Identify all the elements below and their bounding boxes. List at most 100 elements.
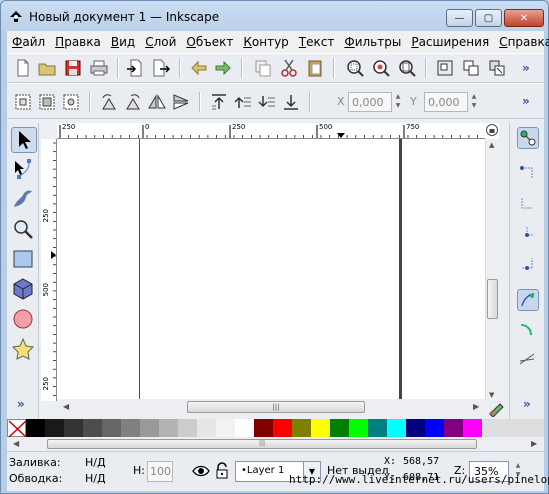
x-spinner[interactable]: ▲ ▼: [393, 92, 403, 112]
color-swatch[interactable]: [330, 419, 349, 437]
scroll-right-arrow[interactable]: ▶: [473, 402, 479, 411]
new-document-icon[interactable]: [13, 58, 33, 78]
tweak-tool[interactable]: [11, 187, 37, 213]
y-spinner[interactable]: ▲ ▼: [469, 92, 479, 112]
save-icon[interactable]: [63, 58, 83, 78]
color-swatch[interactable]: [406, 419, 425, 437]
flip-vertical-icon[interactable]: [171, 92, 191, 112]
duplicate-icon[interactable]: [253, 58, 273, 78]
palette-scroll-left[interactable]: ◀: [13, 439, 19, 448]
horizontal-ruler[interactable]: 250 0 250 500 750: [57, 123, 497, 139]
3dbox-tool[interactable]: [11, 277, 37, 303]
selector-tool[interactable]: [11, 127, 37, 153]
color-swatch[interactable]: [159, 419, 178, 437]
color-swatch[interactable]: [64, 419, 83, 437]
menu-file[interactable]: Файл: [7, 35, 50, 49]
color-swatch[interactable]: [368, 419, 387, 437]
color-swatch[interactable]: [292, 419, 311, 437]
color-swatch[interactable]: [387, 419, 406, 437]
controls-overflow-button[interactable]: »: [522, 94, 530, 108]
color-swatch[interactable]: [26, 419, 45, 437]
star-tool[interactable]: [11, 337, 37, 363]
color-swatch[interactable]: [311, 419, 330, 437]
deselect-icon[interactable]: [61, 92, 81, 112]
horizontal-scroll-thumb[interactable]: |||: [187, 401, 365, 413]
color-swatch[interactable]: [83, 419, 102, 437]
redo-icon[interactable]: [213, 58, 233, 78]
color-swatch[interactable]: [178, 419, 197, 437]
color-swatch[interactable]: [273, 419, 292, 437]
maximize-button[interactable]: ▢: [475, 9, 502, 27]
x-coordinate-field[interactable]: 0,000: [348, 92, 392, 112]
menu-path[interactable]: Контур: [238, 35, 293, 49]
color-swatch[interactable]: [45, 419, 64, 437]
scroll-down-arrow[interactable]: ▼: [489, 391, 494, 399]
snap-intersections-button[interactable]: [517, 349, 539, 371]
fill-value[interactable]: Н/Д: [85, 456, 106, 469]
lower-icon[interactable]: [257, 92, 277, 112]
lower-to-bottom-icon[interactable]: [281, 92, 301, 112]
color-swatch[interactable]: [121, 419, 140, 437]
undo-icon[interactable]: [189, 58, 209, 78]
snap-overflow-button[interactable]: »: [523, 397, 531, 411]
snap-midpoints-button[interactable]: [517, 253, 539, 275]
lock-guides-icon[interactable]: [485, 123, 499, 139]
snap-bbox-edges-button[interactable]: [517, 193, 539, 215]
no-paint-swatch[interactable]: [7, 419, 27, 438]
menu-view[interactable]: Вид: [106, 35, 140, 49]
color-swatch[interactable]: [254, 419, 273, 437]
menu-object[interactable]: Объект: [181, 35, 238, 49]
visibility-eye-icon[interactable]: [192, 461, 210, 481]
rectangle-tool[interactable]: [11, 247, 37, 273]
rotate-cw-icon[interactable]: [123, 92, 143, 112]
color-swatch[interactable]: [349, 419, 368, 437]
palette-scroll-thumb[interactable]: |||: [47, 439, 477, 449]
color-swatch[interactable]: [216, 419, 235, 437]
menu-filters[interactable]: Фильтры: [339, 35, 406, 49]
color-swatch[interactable]: [235, 419, 254, 437]
color-swatch[interactable]: [102, 419, 121, 437]
raise-to-top-icon[interactable]: [209, 92, 229, 112]
color-swatch[interactable]: [140, 419, 159, 437]
clone-icon[interactable]: [487, 58, 507, 78]
vertical-ruler[interactable]: 250 500 250: [41, 139, 57, 401]
minimize-button[interactable]: —: [446, 9, 473, 27]
ungroup-icon[interactable]: [461, 58, 481, 78]
zoom-drawing-icon[interactable]: [371, 58, 391, 78]
drawing-canvas[interactable]: [57, 139, 485, 401]
color-swatch[interactable]: [425, 419, 444, 437]
snap-toggle-button[interactable]: [517, 127, 539, 149]
menu-layer[interactable]: Слой: [140, 35, 181, 49]
flip-horizontal-icon[interactable]: [147, 92, 167, 112]
rotate-ccw-icon[interactable]: [99, 92, 119, 112]
color-swatch[interactable]: [463, 419, 482, 437]
menu-extensions[interactable]: Расширения: [406, 35, 494, 49]
ellipse-tool[interactable]: [11, 307, 37, 333]
zoom-tool[interactable]: [11, 217, 37, 243]
snap-nodes-button[interactable]: [517, 289, 539, 311]
palette-scrollbar[interactable]: ◀ ||| ▶: [7, 437, 544, 451]
raise-icon[interactable]: [233, 92, 253, 112]
select-all-icon[interactable]: [13, 92, 33, 112]
color-management-icon[interactable]: [487, 399, 507, 418]
scroll-up-arrow[interactable]: ▲: [489, 141, 494, 149]
scroll-left-arrow[interactable]: ◀: [63, 402, 69, 411]
toolbar-overflow-button[interactable]: »: [522, 61, 530, 75]
cut-icon[interactable]: [279, 58, 299, 78]
menu-edit[interactable]: Правка: [50, 35, 106, 49]
snap-paths-button[interactable]: [517, 319, 539, 341]
snap-bbox-corners-button[interactable]: [517, 223, 539, 245]
print-icon[interactable]: [89, 58, 109, 78]
export-icon[interactable]: [151, 58, 171, 78]
title-bar[interactable]: Новый документ 1 — Inkscape — ▢ ✕: [1, 1, 548, 31]
color-swatch[interactable]: [444, 419, 463, 437]
menu-text[interactable]: Текст: [294, 35, 340, 49]
snap-bbox-button[interactable]: [517, 163, 539, 185]
opacity-field[interactable]: 100: [147, 461, 173, 482]
vertical-scrollbar[interactable]: ▲ ▼: [485, 139, 499, 401]
import-icon[interactable]: [125, 58, 145, 78]
menu-help[interactable]: Справка: [494, 35, 549, 49]
horizontal-scrollbar[interactable]: ◀ ||| ▶: [57, 399, 485, 415]
close-button[interactable]: ✕: [504, 9, 544, 27]
color-swatch[interactable]: [197, 419, 216, 437]
